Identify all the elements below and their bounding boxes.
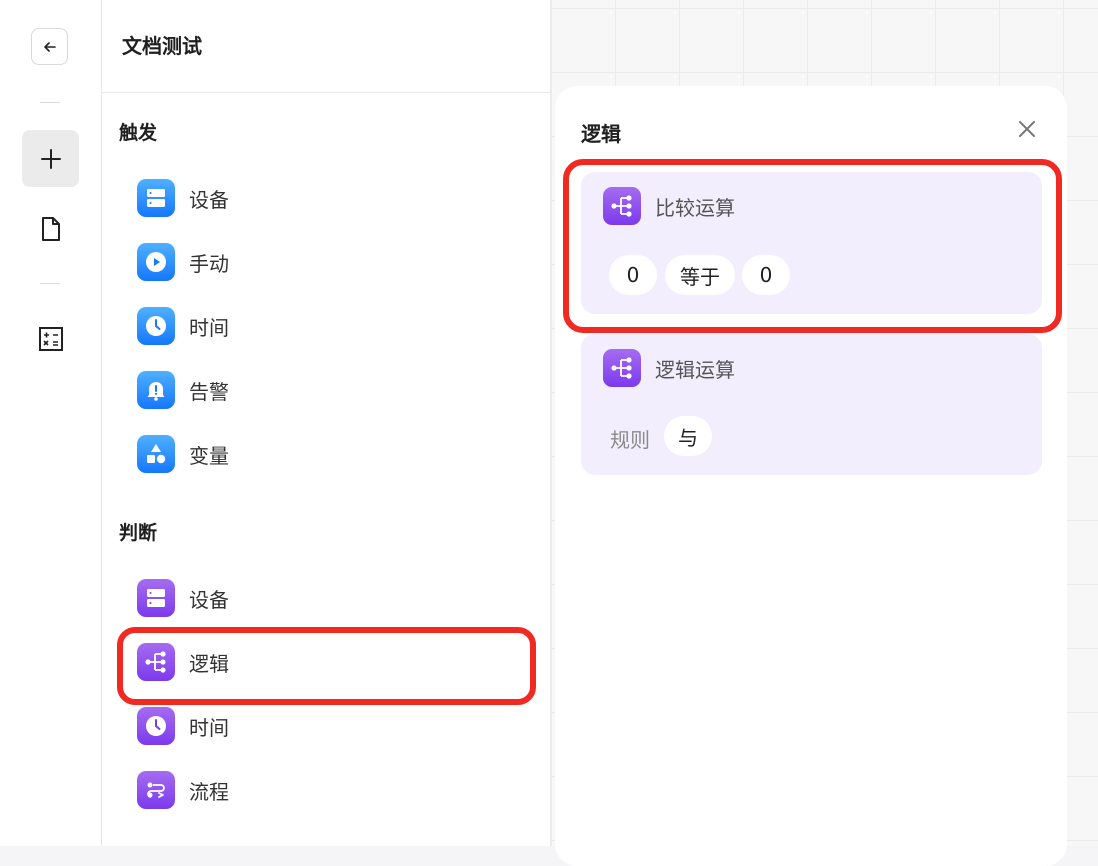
bell-alert-icon [137,371,175,409]
item-label: 时间 [189,715,229,740]
flow-icon [137,771,175,809]
trigger-item-manual[interactable]: 手动 [137,242,229,282]
trigger-item-time[interactable]: 时间 [137,306,229,346]
rail-divider [40,102,60,103]
device-icon [137,579,175,617]
logic-operation-card[interactable]: 逻辑运算 规则 与 [581,334,1042,475]
item-label: 设备 [189,187,229,212]
document-button[interactable] [37,214,65,244]
panel-title: 文档测试 [122,34,202,58]
highlight-compare-card [563,159,1062,333]
clock-icon [137,307,175,345]
trigger-item-alarm[interactable]: 告警 [137,370,229,410]
close-button[interactable] [1015,117,1039,141]
node-panel: 文档测试 触发 设备 手动 时间 告警 变量 判断 设备 逻辑 时间 流程 [102,0,551,846]
left-rail [0,0,102,846]
shapes-icon [137,435,175,473]
clock-icon [137,707,175,745]
rule-label: 规则 [610,428,650,452]
detail-title: 逻辑 [581,122,621,146]
item-label: 变量 [189,443,229,468]
section-title-trigger: 触发 [119,122,158,144]
arrow-left-icon [43,41,56,52]
logic-branch-icon [603,349,641,387]
calculator-icon [39,327,63,351]
plus-icon [40,148,61,169]
add-node-button[interactable] [22,130,79,187]
device-icon [137,179,175,217]
calculator-button[interactable] [37,325,65,353]
judge-item-device[interactable]: 设备 [137,578,229,618]
panel-divider [102,92,550,93]
item-label: 手动 [189,251,229,276]
logic-card-header: 逻辑运算 [603,349,735,387]
rule-value-chip[interactable]: 与 [664,416,712,456]
play-icon [137,243,175,281]
highlight-logic-item [117,627,536,705]
item-label: 流程 [189,779,229,804]
rail-divider [40,283,60,284]
item-label: 告警 [189,379,229,404]
logic-card-title: 逻辑运算 [655,357,735,382]
judge-item-flow[interactable]: 流程 [137,770,229,810]
item-label: 时间 [189,315,229,340]
close-icon [1019,121,1035,137]
trigger-item-variable[interactable]: 变量 [137,434,229,474]
trigger-item-device[interactable]: 设备 [137,178,229,218]
back-button[interactable] [31,28,68,65]
judge-item-time[interactable]: 时间 [137,706,229,746]
document-icon [42,217,60,241]
item-label: 设备 [189,587,229,612]
section-title-judge: 判断 [119,522,158,544]
